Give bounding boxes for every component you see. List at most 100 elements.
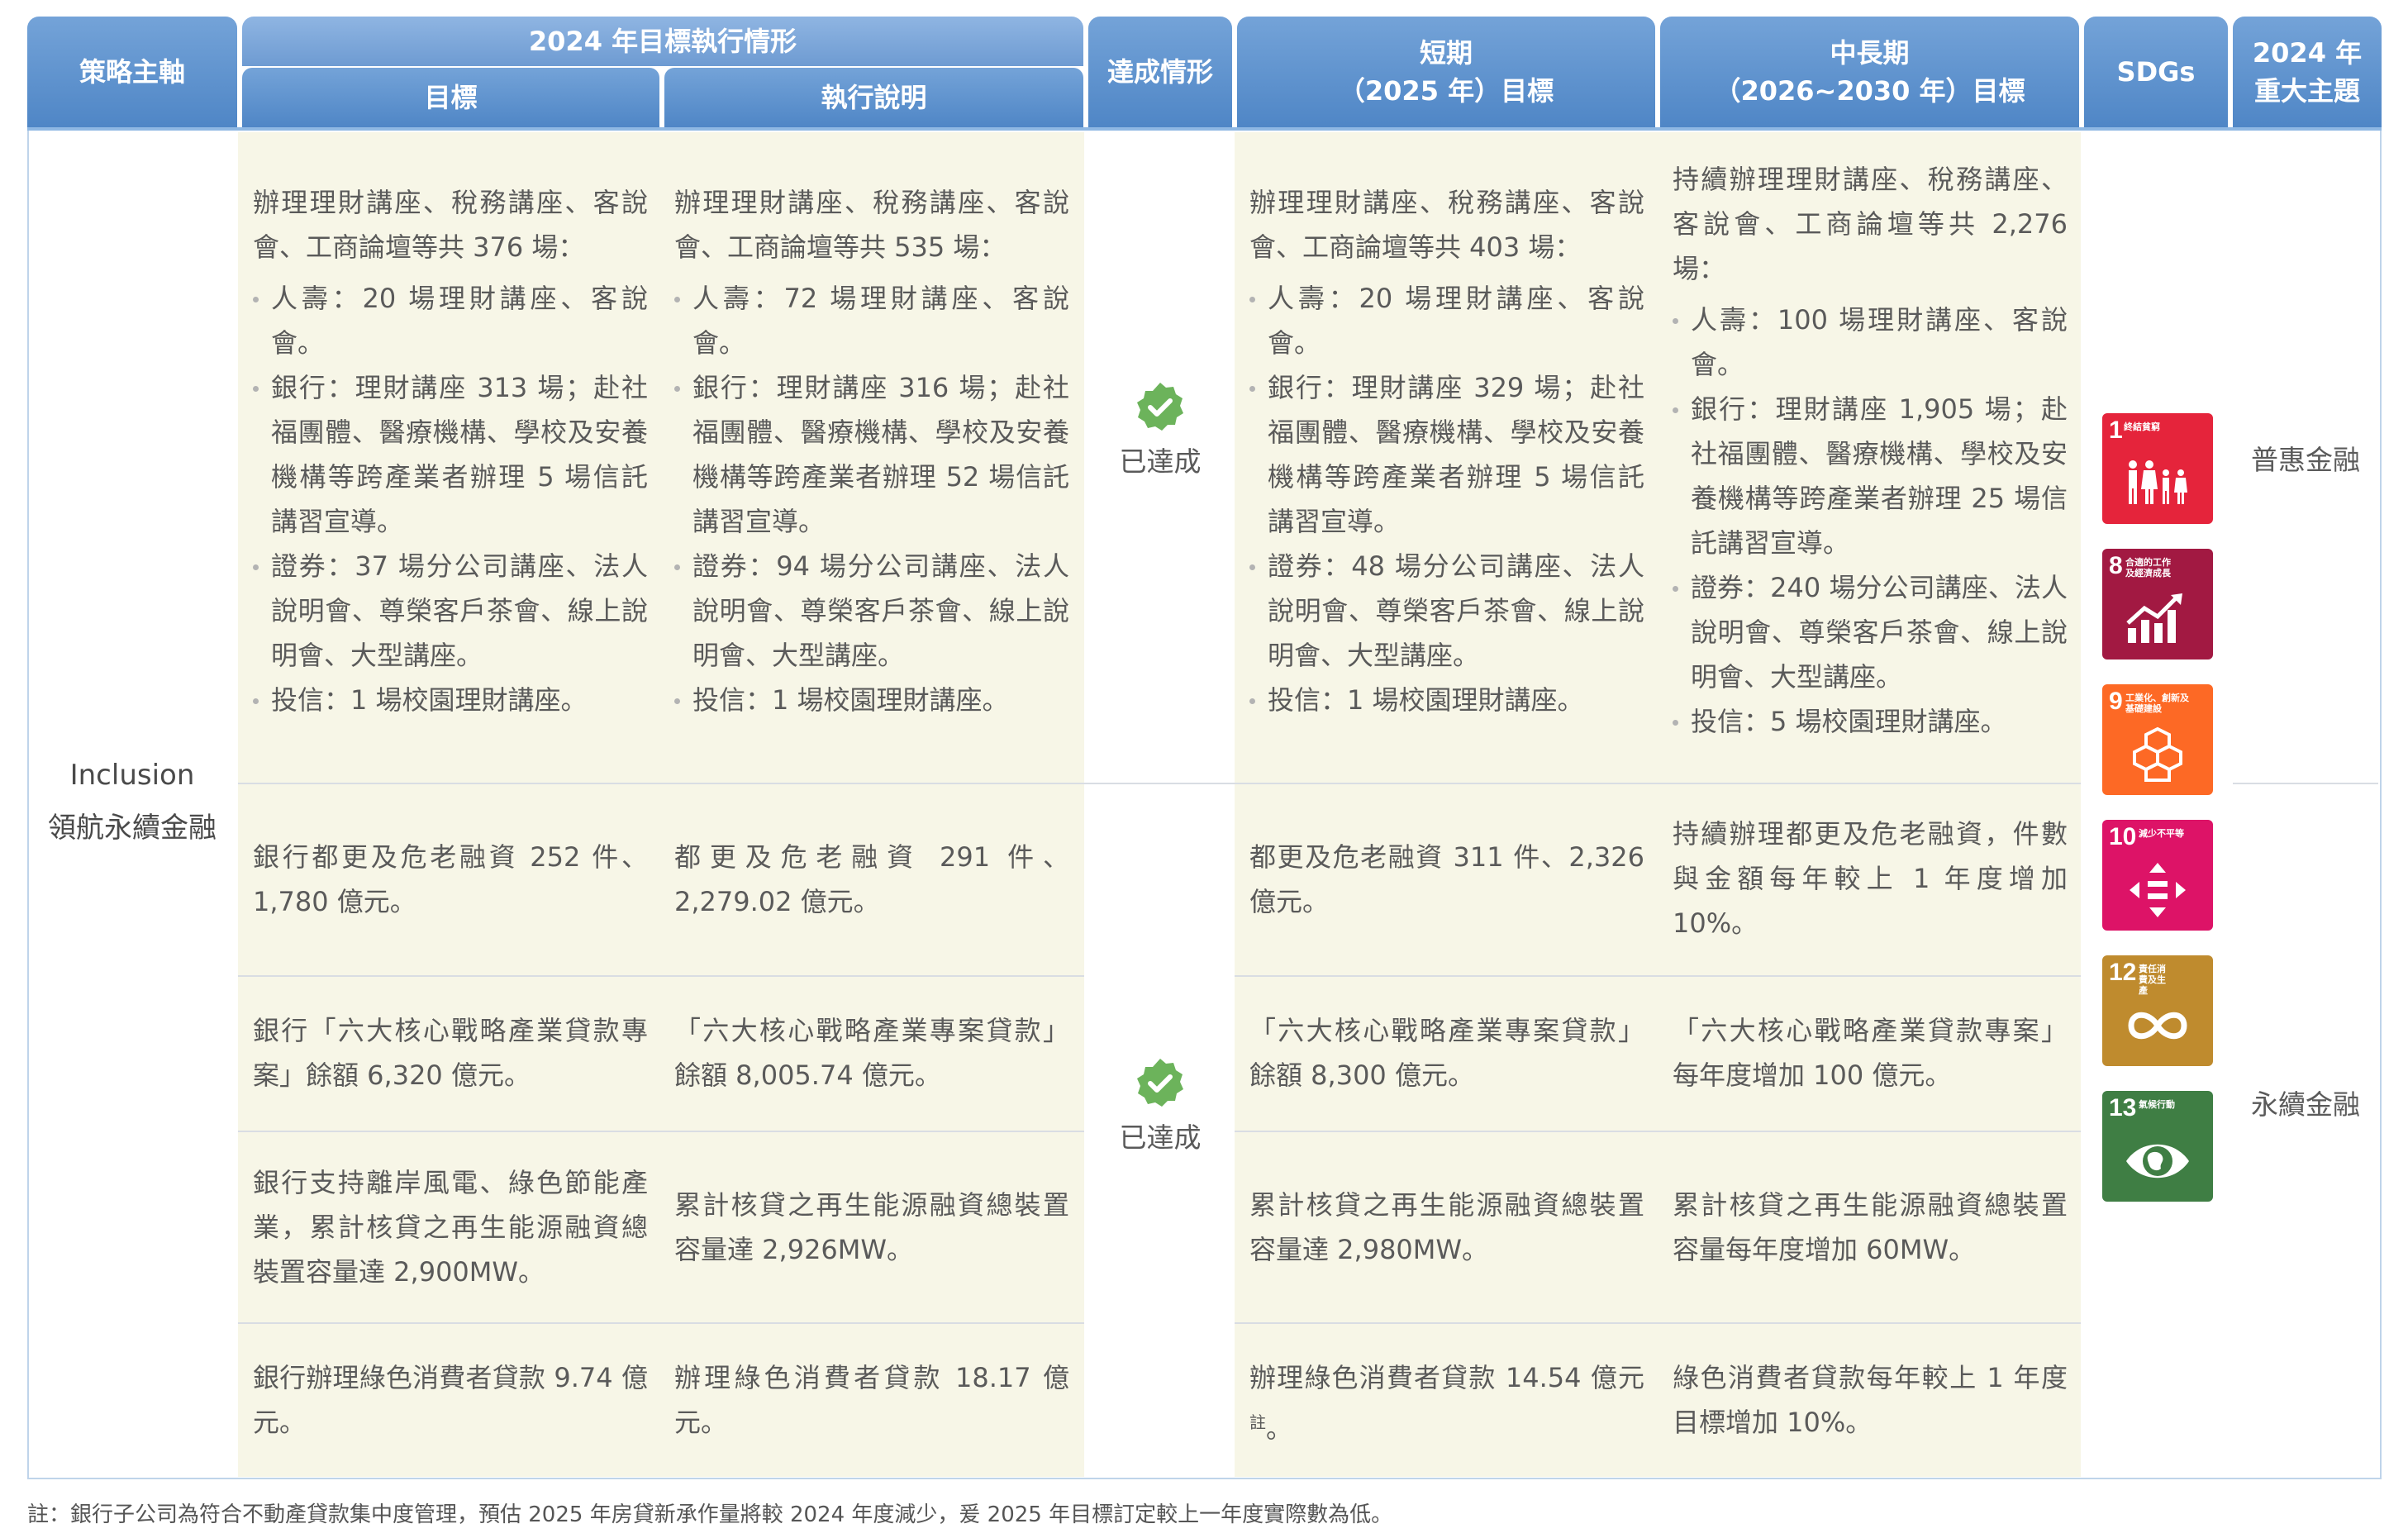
list-item: 銀行：理財講座 329 場；赴社福團體、醫療機構、學校及安養機構等跨產業者辦理 … [1249,365,1644,544]
header-mid-long-term: 中長期 （2026~2030 年）目標 [1660,17,2079,127]
row1-target: 辦理理財講座、稅務講座、客說會、工商論壇等共 376 場： 人壽：20 場理財講… [253,180,648,722]
eye-globe-icon [2126,1144,2189,1178]
row1-midlong-intro: 持續辦理理財講座、稅務講座、客說會、工商論壇等共 2,276 場： [1673,164,2068,284]
sdg-label: 終結貧窮 [2124,421,2160,432]
equality-icon [2130,863,2186,917]
header-target: 目標 [242,68,659,127]
sdg-label: 氣候行動 [2139,1099,2175,1110]
header-mid-long-line1: 中長期 [1830,37,1910,69]
header-short-term-line2: （2025 年）目標 [1338,75,1554,107]
row2-midlong-text: 持續辦理都更及危老融資，件數與金額每年較上 1 年度增加 10%。 [1673,818,2068,939]
axis-english: Inclusion [69,759,195,792]
list-item: 證券：240 場分公司講座、法人說明會、尊榮客戶茶會、線上說明會、大型講座。 [1673,565,2068,699]
row2-mid-long-term: 持續辦理都更及危老融資，件數與金額每年較上 1 年度增加 10%。 [1673,812,2068,945]
row-divider [238,975,1084,977]
sdg-number: 12 [2109,959,2137,986]
row-divider [238,1131,1084,1132]
sdg-label: 合適的工作及經濟成長 [2125,557,2171,579]
row3-mid-long-term: 「六大核心戰略產業貸款專案」每年度增加 100 億元。 [1673,1008,2068,1098]
row5-mid-long-term: 綠色消費者貸款每年較上 1 年度目標增加 10%。 [1673,1355,2068,1445]
list-item: 投信：1 場校園理財講座。 [253,678,648,722]
header-execution-note: 執行說明 [664,68,1083,127]
row-divider [1235,1322,2081,1324]
sdg-number: 10 [2109,823,2137,850]
theme-label: 普惠金融 [2251,444,2360,476]
infinity-icon [2128,1012,2187,1040]
sdg-number: 8 [2109,552,2123,579]
sdg-label: 責任消費及生產 [2139,964,2166,996]
row5-short-main: 辦理綠色消費者貸款 14.54 億元 [1249,1362,1644,1393]
header-major-topic-line1: 2024 年 [2252,37,2363,69]
row-divider [238,1322,1084,1324]
row4-target-text: 銀行支持離岸風電、綠色節能產業，累計核貸之再生能源融資總裝置容量達 2,900M… [253,1167,648,1288]
row5-execution: 辦理綠色消費者貸款 18.17 億元。 [674,1355,1069,1445]
row3-target-text: 銀行「六大核心戰略產業貸款專案」餘額 6,320 億元。 [253,1015,648,1091]
sdg-8-tile: 8 合適的工作及經濟成長 [2102,549,2213,659]
row4-execution-text: 累計核貸之再生能源融資總裝置容量達 2,926MW。 [674,1189,1069,1265]
list-item: 人壽：20 場理財講座、客說會。 [253,276,648,365]
row1-mid-long-term: 持續辦理理財講座、稅務講座、客說會、工商論壇等共 2,276 場： 人壽：100… [1673,157,2068,744]
theme-sustainable-finance: 永續金融 [2233,1083,2378,1122]
row5-target-text: 銀行辦理綠色消費者貸款 9.74 億元。 [253,1362,648,1438]
status-achieved-1: 已達成 [1088,380,1232,479]
status-achieved-2: 已達成 [1088,1056,1232,1155]
sdg-label: 工業化、創新及基礎建設 [2125,693,2189,714]
header-strategy-axis: 策略主軸 [27,17,237,127]
growth-chart-icon [2126,593,2182,643]
row3-execution-text: 「六大核心戰略產業專案貸款」餘額 8,005.74 億元。 [674,1015,1069,1091]
row3-target: 銀行「六大核心戰略產業貸款專案」餘額 6,320 億元。 [253,1008,648,1098]
list-item: 人壽：100 場理財講座、客說會。 [1673,298,2068,387]
status-label: 已達成 [1119,445,1202,478]
check-badge-icon [1137,383,1183,431]
list-item: 人壽：20 場理財講座、客說會。 [1249,276,1644,365]
row5-target: 銀行辦理綠色消費者貸款 9.74 億元。 [253,1355,648,1445]
header-short-term-line1: 短期 [1419,37,1473,69]
row-divider [1235,1131,2081,1132]
header-achievement: 達成情形 [1088,17,1232,127]
status-label: 已達成 [1119,1121,1202,1154]
row-divider [238,783,2081,784]
sdg-13-tile: 13 氣候行動 [2102,1091,2213,1202]
row5-short-text: 辦理綠色消費者貸款 14.54 億元註。 [1249,1355,1644,1451]
list-item: 人壽：72 場理財講座、客說會。 [674,276,1069,365]
theme-divider [2233,783,2378,784]
list-item: 銀行：理財講座 316 場；赴社福團體、醫療機構、學校及安養機構等跨產業者辦理 … [674,365,1069,544]
row4-mid-long-term: 累計核貸之再生能源融資總裝置容量每年度增加 60MW。 [1673,1183,2068,1272]
row4-short-text: 累計核貸之再生能源融資總裝置容量達 2,980MW。 [1249,1189,1644,1265]
row2-short-term: 都更及危老融資 311 件、2,326 億元。 [1249,835,1644,924]
list-item: 投信：5 場校園理財講座。 [1673,699,2068,744]
header-sdgs: SDGs [2084,17,2228,127]
row1-short-intro: 辦理理財講座、稅務講座、客說會、工商論壇等共 403 場： [1249,187,1644,263]
list-item: 銀行：理財講座 1,905 場；赴社福團體、醫療機構、學校及安養機構等跨產業者辦… [1673,387,2068,565]
row1-execution-intro: 辦理理財講座、稅務講座、客說會、工商論壇等共 535 場： [674,187,1069,263]
row3-short-text: 「六大核心戰略產業專案貸款」餘額 8,300 億元。 [1249,1015,1644,1091]
list-item: 銀行：理財講座 313 場；赴社福團體、醫療機構、學校及安養機構等跨產業者辦理 … [253,365,648,544]
axis-chinese: 領航永續金融 [48,812,217,845]
row3-short-term: 「六大核心戰略產業專案貸款」餘額 8,300 億元。 [1249,1008,1644,1098]
row2-execution-text: 都更及危老融資 291 件、2,279.02 億元。 [674,841,1069,917]
theme-label: 永續金融 [2251,1088,2360,1121]
row2-target-text: 銀行都更及危老融資 252 件、1,780 億元。 [253,841,648,917]
row1-execution: 辦理理財講座、稅務講座、客說會、工商論壇等共 535 場： 人壽：72 場理財講… [674,180,1069,722]
list-item: 投信：1 場校園理財講座。 [674,678,1069,722]
sdg-12-tile: 12 責任消費及生產 [2102,955,2213,1066]
row5-short-end: 。 [1266,1412,1293,1445]
header-mid-long-line2: （2026~2030 年）目標 [1714,75,2025,107]
footnote: 註：銀行子公司為符合不動產貸款集中度管理，預估 2025 年房貸新承作量將較 2… [27,1502,1393,1527]
list-item: 證券：48 場分公司講座、法人說明會、尊榮客戶茶會、線上說明會、大型講座。 [1249,544,1644,678]
list-item: 證券：37 場分公司講座、法人說明會、尊榮客戶茶會、線上說明會、大型講座。 [253,544,648,678]
row1-short-term: 辦理理財講座、稅務講座、客說會、工商論壇等共 403 場： 人壽：20 場理財講… [1249,180,1644,722]
row5-short-term: 辦理綠色消費者貸款 14.54 億元註。 [1249,1355,1644,1451]
list-item: 證券：94 場分公司講座、法人說明會、尊榮客戶茶會、線上說明會、大型講座。 [674,544,1069,678]
sdg-label: 減少不平等 [2139,828,2184,839]
row4-short-term: 累計核貸之再生能源融資總裝置容量達 2,980MW。 [1249,1183,1644,1272]
row3-midlong-text: 「六大核心戰略產業貸款專案」每年度增加 100 億元。 [1673,1015,2068,1091]
sdg-9-tile: 9 工業化、創新及基礎建設 [2102,684,2213,795]
row2-short-text: 都更及危老融資 311 件、2,326 億元。 [1249,841,1644,917]
row2-execution: 都更及危老融資 291 件、2,279.02 億元。 [674,835,1069,924]
sdg-10-tile: 10 減少不平等 [2102,820,2213,931]
row-divider [1235,975,2081,977]
cubes-icon [2133,726,2182,782]
list-item: 投信：1 場校園理財講座。 [1249,678,1644,722]
row2-target: 銀行都更及危老融資 252 件、1,780 億元。 [253,835,648,924]
